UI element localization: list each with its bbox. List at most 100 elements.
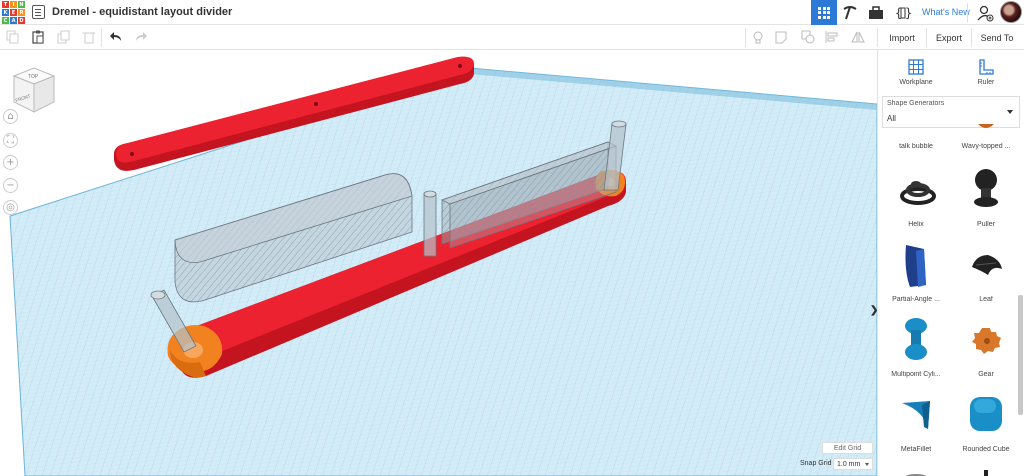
- lightbulb-icon[interactable]: [751, 30, 765, 44]
- 3d-view-button[interactable]: [811, 0, 837, 25]
- zoom-out-button[interactable]: −: [3, 178, 18, 193]
- workplane-viewport[interactable]: TOP FRONT ⌂ ⛶ + − ◎ Edit Grid Snap Grid …: [0, 50, 877, 476]
- svg-text:}: }: [905, 6, 912, 20]
- grid-icon: [818, 6, 830, 19]
- logo-letter: C: [2, 17, 9, 24]
- duplicate-icon[interactable]: [57, 30, 71, 44]
- shape-talk-bubble[interactable]: talk bubble: [886, 128, 946, 152]
- ruler-tool[interactable]: Ruler: [956, 58, 1016, 86]
- home-view-button[interactable]: ⌂: [3, 109, 18, 124]
- logo-letter: D: [18, 17, 25, 24]
- top-bar: T I N K E R C A D Dremel - equidistant l…: [0, 0, 1024, 25]
- divider: [101, 28, 102, 47]
- tinkercad-logo[interactable]: T I N K E R C A D: [2, 1, 25, 24]
- logo-letter: R: [18, 9, 25, 16]
- divider: [877, 28, 878, 47]
- align-icon[interactable]: [825, 30, 839, 44]
- toolbar: Import Export Send To: [0, 25, 1024, 50]
- logo-letter: I: [10, 1, 17, 8]
- pin-center[interactable]: [423, 190, 437, 257]
- helix-icon: [900, 181, 936, 205]
- snap-grid-select[interactable]: 1.0 mm: [833, 458, 873, 470]
- shape-generators-value: All: [887, 114, 896, 123]
- workplane-icon: [908, 59, 924, 75]
- shape-gear[interactable]: Gear: [956, 310, 1016, 380]
- shape-wavy-topped[interactable]: Wavy-topped ...: [956, 124, 1016, 152]
- shape-partial[interactable]: [886, 462, 946, 476]
- ruler-icon: [979, 59, 994, 75]
- ortho-view-button[interactable]: ◎: [3, 200, 18, 215]
- logo-letter: E: [10, 9, 17, 16]
- view-cube-top-label: TOP: [28, 74, 39, 80]
- shape-leaf[interactable]: Leaf: [956, 235, 1016, 305]
- group-icon[interactable]: [801, 30, 815, 44]
- design-title[interactable]: Dremel - equidistant layout divider: [52, 6, 232, 18]
- chevron-down-icon: [1007, 110, 1013, 114]
- send-to-button[interactable]: Send To: [974, 30, 1020, 45]
- metafillet-icon: [902, 401, 930, 429]
- shape-partial-angle[interactable]: Partial-Angle ...: [886, 235, 946, 305]
- logo-letter: N: [18, 1, 25, 8]
- briefcase-icon[interactable]: [866, 3, 886, 22]
- zoom-in-button[interactable]: +: [3, 155, 18, 170]
- undo-icon[interactable]: [109, 30, 123, 44]
- mirror-icon[interactable]: [851, 30, 865, 44]
- 3d-scene[interactable]: [0, 50, 877, 476]
- shape-helix[interactable]: Helix: [886, 160, 946, 230]
- shape-label: Multipoint Cyli...: [891, 371, 941, 378]
- add-user-icon[interactable]: [975, 3, 995, 22]
- shape-label: MetaFillet: [900, 446, 932, 453]
- logo-letter: T: [2, 1, 9, 8]
- shape-label: Helix: [908, 221, 924, 228]
- shape-label: Gear: [978, 371, 994, 378]
- right-panel: Workplane Ruler Shape Generators All tal…: [877, 50, 1024, 476]
- logo-letter: A: [10, 17, 17, 24]
- shape-multipoint-cylinder[interactable]: Multipoint Cyli...: [886, 310, 946, 380]
- codeblocks-icon[interactable]: {}: [893, 3, 913, 22]
- gear-icon: [972, 328, 1001, 354]
- rounded-cube-icon: [970, 397, 1002, 431]
- import-button[interactable]: Import: [880, 30, 924, 45]
- pickaxe-icon[interactable]: [840, 3, 860, 22]
- edit-grid-button[interactable]: Edit Grid: [822, 442, 873, 454]
- logo-letter: K: [2, 9, 9, 16]
- design-menu-icon[interactable]: [32, 5, 45, 19]
- partial-shape-icon: [905, 474, 927, 476]
- divider: [971, 28, 972, 47]
- whats-new-link[interactable]: What's New: [922, 7, 970, 17]
- delete-icon[interactable]: [82, 30, 96, 44]
- avatar[interactable]: [1000, 1, 1022, 23]
- snap-grid-label: Snap Grid: [800, 460, 832, 467]
- shape-label: Rounded Cube: [962, 446, 1010, 453]
- shape-puller[interactable]: Puller: [956, 160, 1016, 230]
- shape-metafillet[interactable]: MetaFillet: [886, 385, 946, 455]
- shape-label: Puller: [977, 221, 995, 228]
- divider: [967, 3, 968, 22]
- export-button[interactable]: Export: [929, 30, 969, 45]
- copy-icon[interactable]: [6, 30, 20, 44]
- divider: [745, 28, 746, 47]
- panel-scrollbar[interactable]: [1018, 295, 1023, 415]
- shape-partial[interactable]: [956, 462, 1016, 476]
- shape-label: Leaf: [979, 296, 993, 303]
- shape-label: Wavy-topped ...: [961, 143, 1011, 150]
- workplane-label: Workplane: [899, 79, 933, 86]
- partial-shape-icon: [984, 470, 988, 476]
- leaf-icon: [972, 255, 1002, 275]
- snap-grid-value: 1.0 mm: [837, 460, 861, 468]
- redo-icon[interactable]: [134, 30, 148, 44]
- shape-label: Partial-Angle ...: [892, 296, 940, 303]
- panel-collapse-chevron-icon[interactable]: ❯: [870, 305, 877, 321]
- partial-angle-icon: [905, 245, 926, 287]
- workplane-tool[interactable]: Workplane: [886, 58, 946, 86]
- wavy-topped-icon: [978, 124, 994, 128]
- paste-icon[interactable]: [31, 30, 45, 44]
- view-cube[interactable]: TOP FRONT: [10, 66, 58, 114]
- shape-generators-label: Shape Generators: [887, 100, 945, 107]
- shape-label: talk bubble: [899, 143, 933, 150]
- note-icon[interactable]: [774, 30, 788, 44]
- fit-view-button[interactable]: ⛶: [3, 133, 18, 148]
- shape-rounded-cube[interactable]: Rounded Cube: [956, 385, 1016, 455]
- puller-icon: [974, 169, 998, 207]
- divider: [926, 28, 927, 47]
